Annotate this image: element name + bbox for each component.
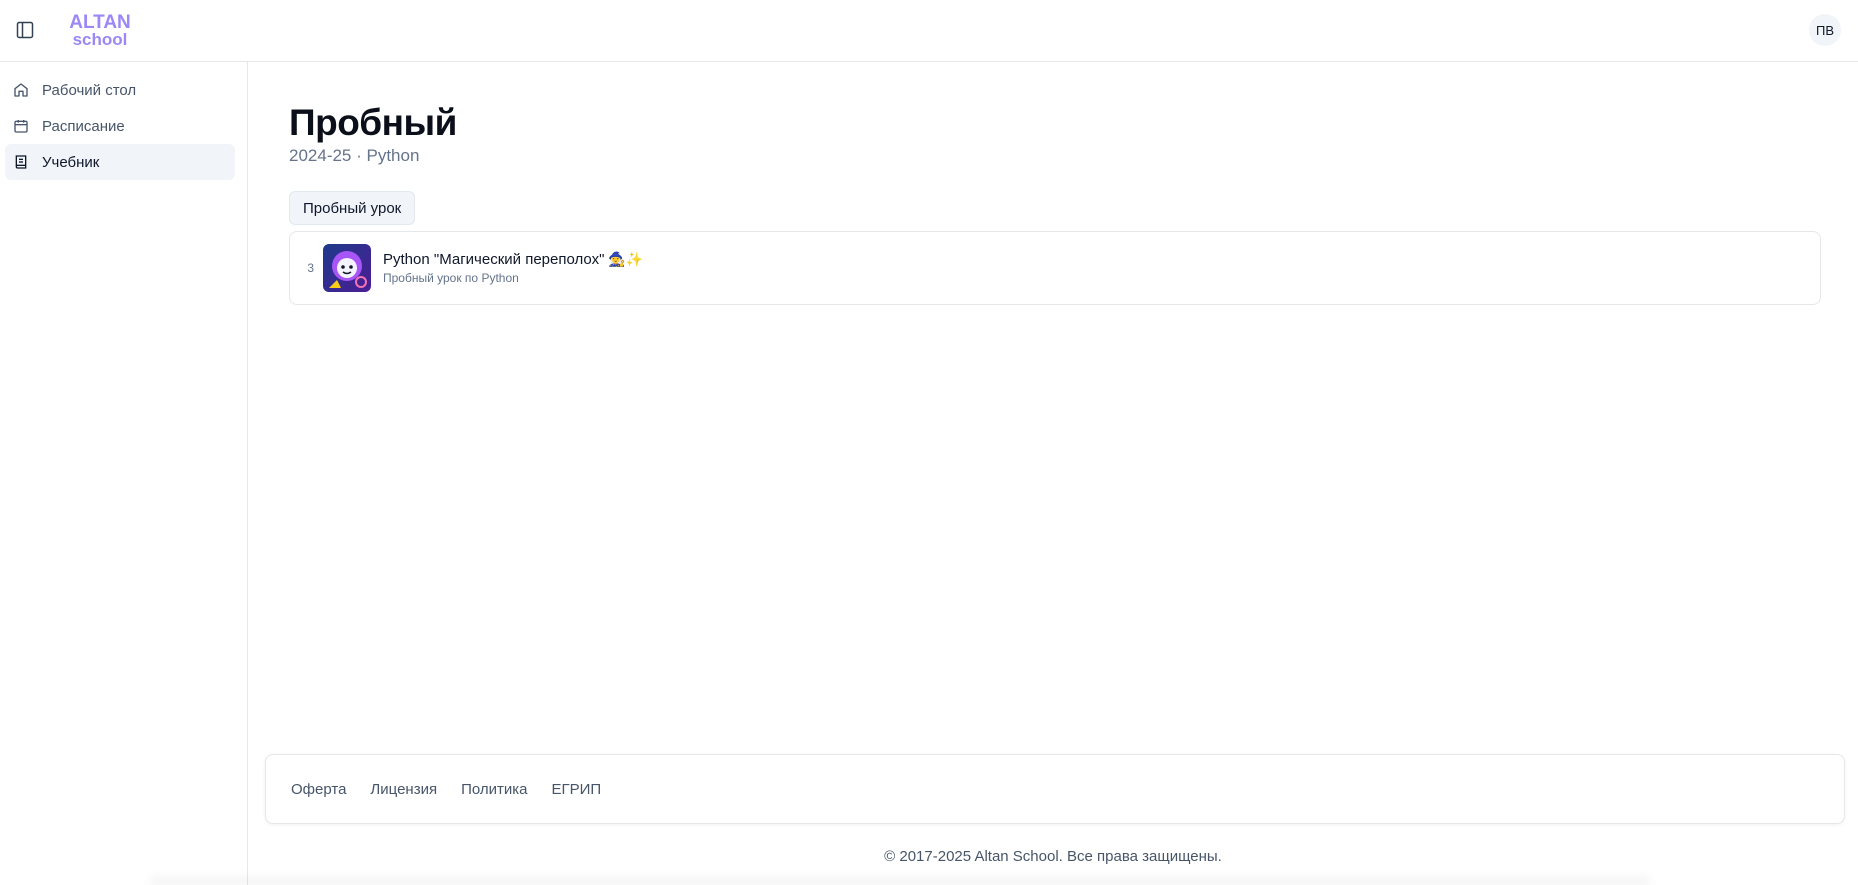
panel-left-icon	[16, 21, 34, 39]
sidebar-item-label: Рабочий стол	[42, 81, 137, 99]
lesson-number: 3	[307, 261, 314, 275]
lesson-title: Python "Магический переполох"	[383, 251, 605, 268]
bottom-shadow	[150, 872, 1650, 885]
sidebar: Рабочий стол Расписание Учебник	[0, 62, 248, 885]
footer-link-egrip[interactable]: ЕГРИП	[552, 781, 602, 798]
copyright-text: © 2017-2025 Altan School. Все права защи…	[884, 848, 1222, 865]
lesson-list-item[interactable]: 3 Python "Магическ	[289, 231, 1821, 305]
book-icon	[13, 154, 29, 170]
wizard-sparkles-emoji: 🧙‍♀️✨	[608, 251, 644, 267]
sidebar-toggle-button[interactable]	[12, 18, 38, 42]
footer-links: Оферта Лицензия Политика ЕГРИП	[265, 754, 1845, 824]
svg-text:school: school	[73, 30, 128, 48]
footer-link-offer[interactable]: Оферта	[291, 781, 346, 798]
lesson-description: Пробный урок по Python	[383, 271, 519, 285]
sidebar-item-label: Расписание	[42, 117, 125, 135]
calendar-icon	[13, 118, 29, 134]
footer-link-license[interactable]: Лицензия	[370, 781, 437, 798]
user-avatar[interactable]: ПВ	[1809, 14, 1841, 46]
sidebar-item-label: Учебник	[42, 153, 100, 171]
avatar-initials: ПВ	[1815, 22, 1834, 38]
footer-link-policy[interactable]: Политика	[461, 781, 527, 798]
home-icon	[13, 82, 29, 98]
tab-label: Пробный урок	[303, 199, 402, 217]
lesson-thumbnail-image	[323, 244, 371, 292]
sidebar-item-dashboard[interactable]: Рабочий стол	[5, 72, 235, 108]
top-header: ALTAN school ПВ	[0, 0, 1858, 62]
page-subtitle: 2024-25 · Python	[289, 146, 420, 165]
sidebar-item-textbook[interactable]: Учебник	[5, 144, 235, 180]
sidebar-item-schedule[interactable]: Расписание	[5, 108, 235, 144]
tab-trial-lesson[interactable]: Пробный урок	[289, 191, 416, 225]
altan-school-logo[interactable]: ALTAN school	[52, 12, 148, 49]
page-title: Пробный	[289, 102, 457, 143]
